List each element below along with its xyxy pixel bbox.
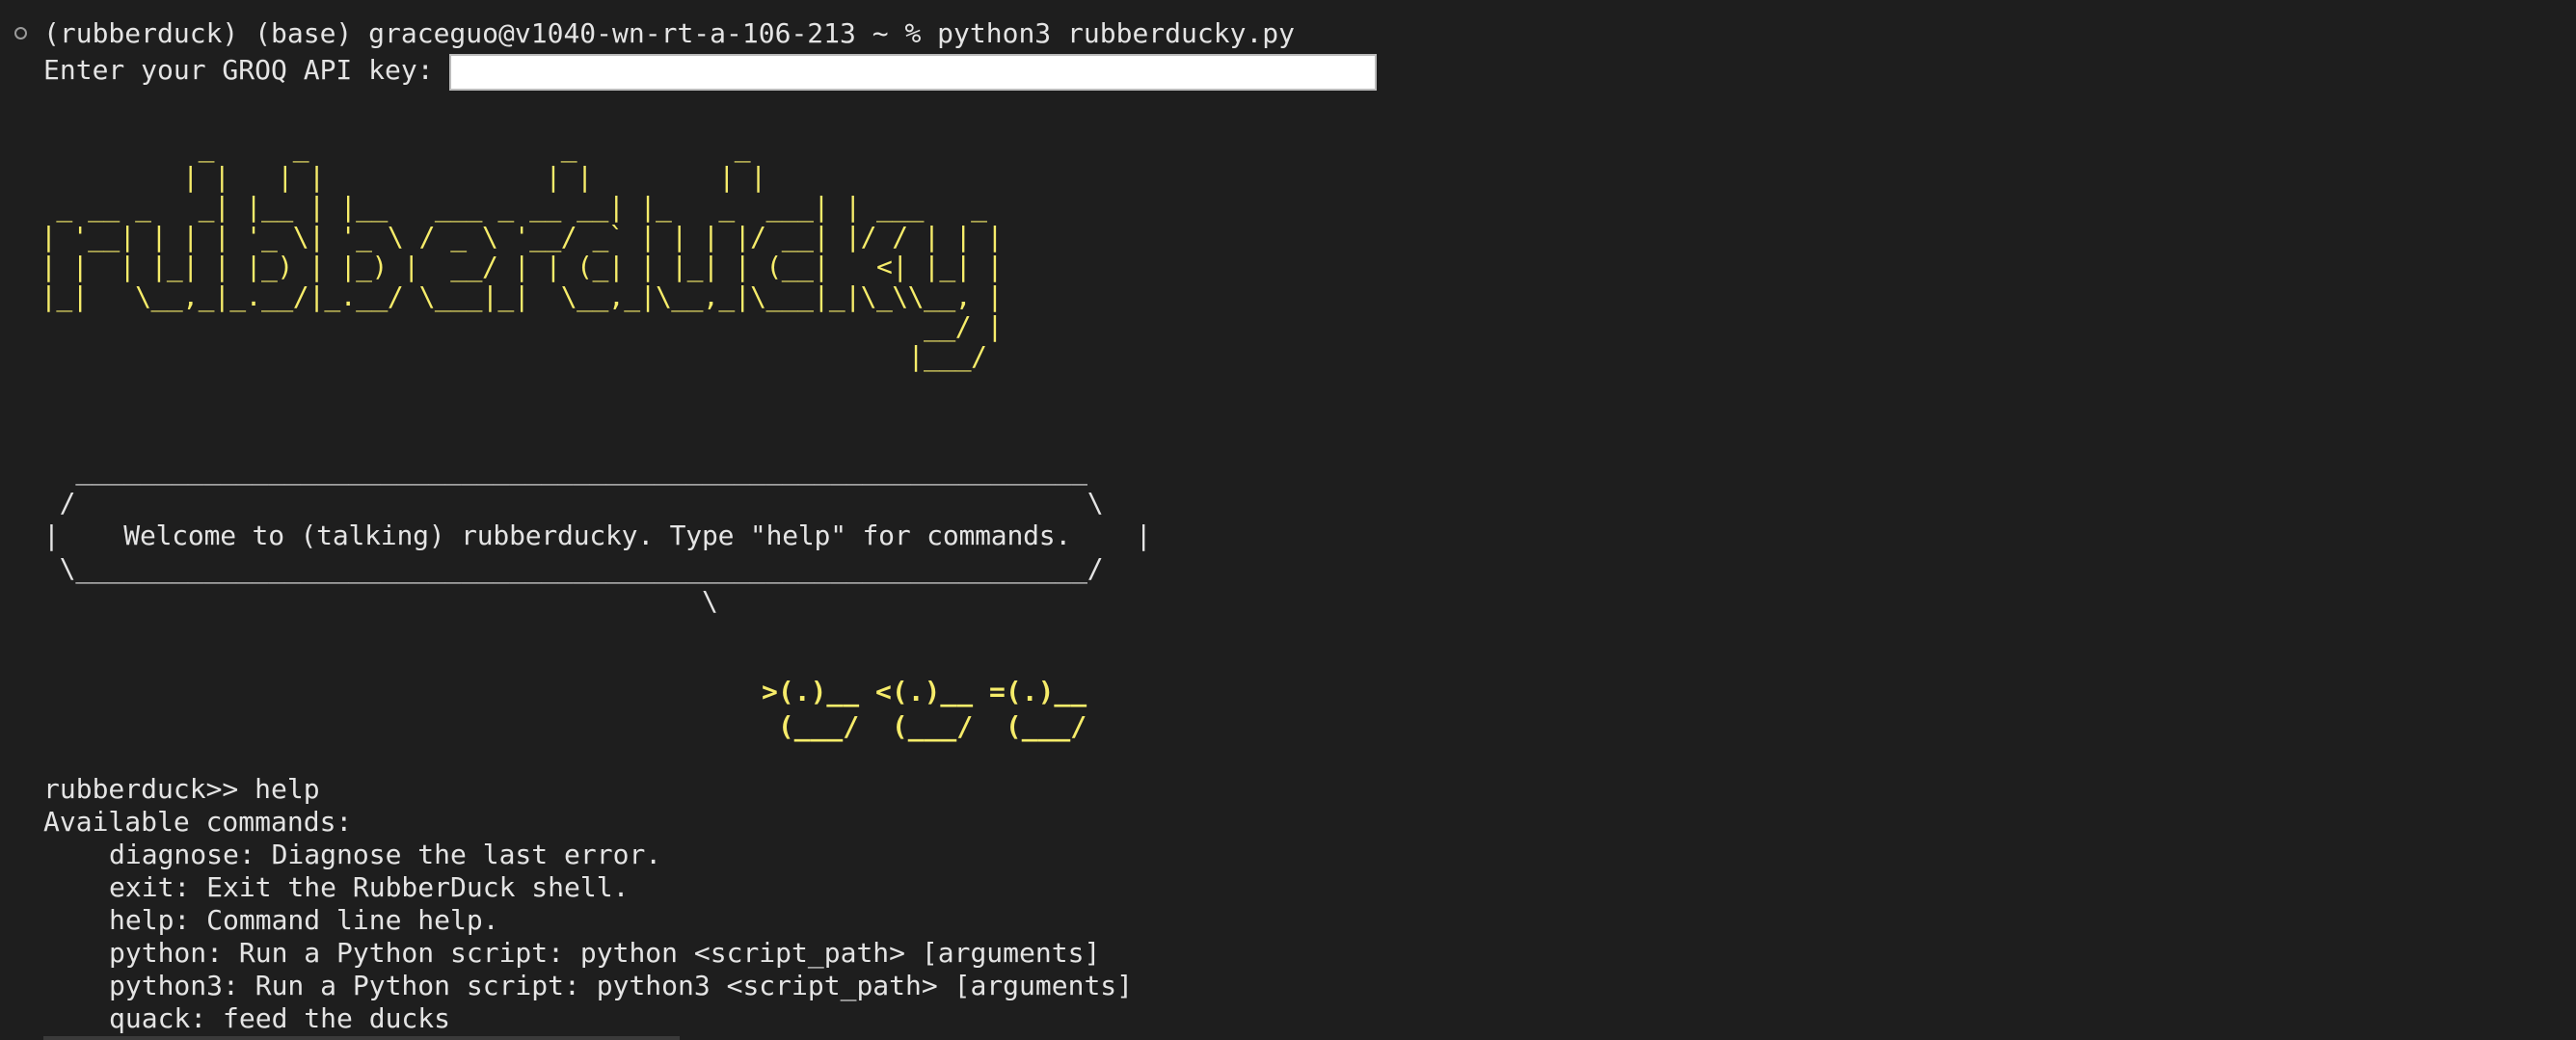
command-item-exit: exit: Exit the RubberDuck shell. [109, 871, 630, 903]
rubberducky-ascii-banner: _ _ _ _ | | | | | | | | _ __ _ _| |__ | … [40, 131, 1003, 372]
command-item-help: help: Command line help. [109, 904, 499, 936]
command-item-python3: python3: Run a Python script: python3 <s… [109, 970, 1134, 1001]
command-status-icon[interactable] [14, 27, 27, 40]
command-item-python: python: Run a Python script: python <scr… [109, 937, 1101, 969]
shell-command-line: (rubberduck) (base) graceguo@v1040-wn-rt… [43, 17, 1296, 49]
ascii-ducks: >(.)__ <(.)__ =(.)__ (___/ (___/ (___/ [762, 676, 1087, 742]
help-header: Available commands: [43, 806, 353, 838]
welcome-speech-bubble: ________________________________________… [43, 454, 1152, 617]
command-item-quack: quack: feed the ducks [109, 1002, 451, 1034]
api-key-prompt-label: Enter your GROQ API key: [43, 54, 450, 86]
command-item-diagnose: diagnose: Diagnose the last error. [109, 839, 662, 870]
api-key-input[interactable] [449, 54, 1377, 91]
terminal-window[interactable]: (rubberduck) (base) graceguo@v1040-wn-rt… [0, 0, 2576, 1040]
repl-prompt-line: rubberduck>> help [43, 773, 320, 805]
horizontal-scrollbar[interactable] [43, 1036, 680, 1040]
